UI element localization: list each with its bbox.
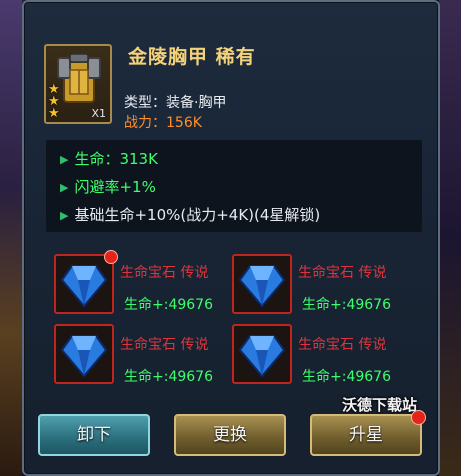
gem-name: 生命宝石 传说 [120, 337, 209, 353]
sapphire-icon [60, 335, 108, 378]
stat-base-hp-bonus: ▶ 基础生命+10%(战力+4K)(4星解锁) [60, 206, 321, 224]
bullet-icon: ▶ [60, 209, 69, 222]
gem-name: 生命宝石 传说 [120, 265, 209, 281]
stat-hp: ▶ 生命：313K [60, 150, 158, 168]
power-label: 战力： [124, 115, 166, 131]
notification-dot [411, 410, 426, 425]
upgrade-star-button[interactable]: 升星 [310, 410, 426, 456]
upgrade-star-label: 升星 [349, 425, 383, 445]
gem-value: 生命+:49676 [124, 369, 213, 385]
gem-slot[interactable] [54, 324, 114, 384]
stat-dodge: ▶ 闪避率+1% [60, 178, 156, 196]
gem-name: 生命宝石 传说 [298, 337, 387, 353]
watermark-text: 沃德下载站 [342, 396, 418, 414]
sapphire-icon [60, 265, 108, 308]
item-name: 金陵胸甲 稀有 [128, 46, 256, 68]
item-detail-panel: ★ ★ ★ X1 金陵胸甲 稀有 类型：装备·胸甲 战力：156K ▶ 生命：31… [22, 0, 440, 476]
gem-slot[interactable] [232, 324, 292, 384]
item-quantity: X1 [91, 107, 106, 120]
type-label: 类型： [124, 95, 166, 111]
star-rating: ★ ★ ★ [48, 83, 60, 121]
sapphire-icon [238, 335, 286, 378]
gem-value: 生命+:49676 [302, 297, 391, 313]
bullet-icon: ▶ [60, 181, 69, 194]
replace-button[interactable]: 更换 [174, 414, 286, 456]
background-left-art [0, 0, 22, 476]
item-power: 战力：156K [124, 112, 202, 132]
notification-dot [104, 250, 118, 264]
item-icon-slot[interactable]: ★ ★ ★ X1 [44, 44, 112, 124]
star-icon: ★ [48, 106, 60, 121]
unequip-button[interactable]: 卸下 [38, 414, 150, 456]
item-type: 类型：装备·胸甲 [124, 92, 226, 112]
gem-name: 生命宝石 传说 [298, 265, 387, 281]
chest-armor-icon [57, 53, 101, 103]
gem-value: 生命+:49676 [302, 369, 391, 385]
gem-slot[interactable] [54, 250, 118, 314]
gem-value: 生命+:49676 [124, 297, 213, 313]
type-value: 装备·胸甲 [166, 95, 227, 111]
bullet-icon: ▶ [60, 153, 69, 166]
power-value: 156K [166, 115, 202, 131]
gem-slot[interactable] [232, 254, 292, 314]
stats-panel: ▶ 生命：313K ▶ 闪避率+1% ▶ 基础生命+10%(战力+4K)(4星解锁) [46, 140, 422, 232]
sapphire-icon [238, 265, 286, 308]
background-right-art [439, 0, 461, 476]
